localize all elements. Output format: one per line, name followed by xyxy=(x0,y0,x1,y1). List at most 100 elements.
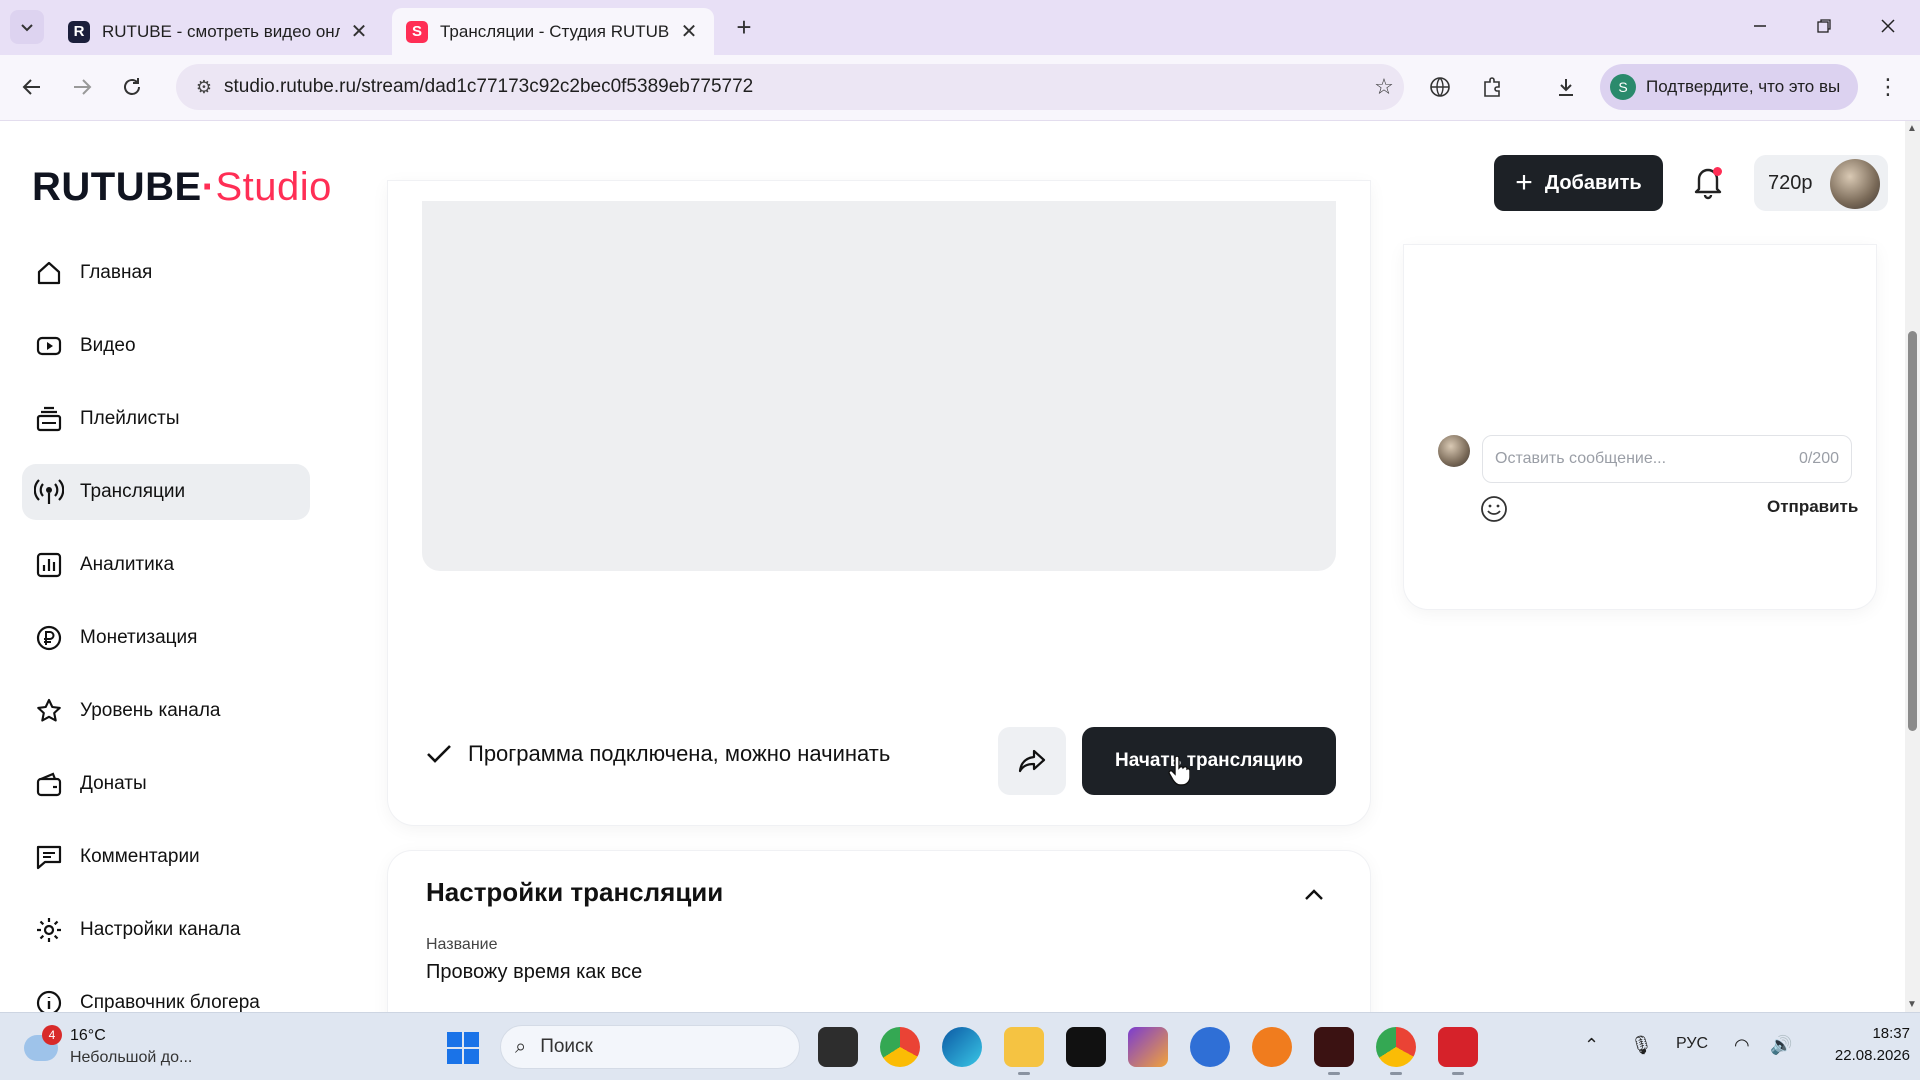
download-icon[interactable] xyxy=(1548,69,1584,105)
fl-studio-icon[interactable] xyxy=(1252,1027,1292,1067)
edge-icon[interactable] xyxy=(942,1027,982,1067)
tray-overflow-icon[interactable]: ⌃ xyxy=(1584,1035,1599,1056)
notifications-button[interactable] xyxy=(1690,161,1726,201)
plus-icon: + xyxy=(1515,166,1533,199)
sidebar-item-donations[interactable]: Донаты xyxy=(22,756,310,812)
restore-button[interactable] xyxy=(1796,8,1852,44)
volume-icon[interactable]: 🔊 xyxy=(1770,1035,1792,1056)
taskbar-search[interactable]: ⌕ Поиск xyxy=(500,1025,800,1069)
site-settings-icon[interactable]: ⚙ xyxy=(184,77,224,98)
weather-temp: 16°C xyxy=(70,1027,106,1044)
tab-rutube[interactable]: R RUTUBE - смотреть видео онл ✕ xyxy=(54,8,384,55)
chevron-down-icon xyxy=(21,24,33,32)
chat-placeholder: Оставить сообщение... xyxy=(1495,450,1667,467)
stream-preview xyxy=(422,201,1336,571)
windows-start-icon[interactable] xyxy=(446,1031,480,1065)
logo-dot: · xyxy=(201,165,216,209)
tab-studio[interactable]: S Трансляции - Студия RUTUBE ✕ xyxy=(392,8,714,55)
notification-dot xyxy=(1713,167,1722,176)
logo-main-text: RUTUBE xyxy=(32,165,202,209)
profile-badge-icon: S xyxy=(1610,74,1636,100)
pdf-app-icon[interactable] xyxy=(1438,1027,1478,1075)
connection-status: Программа подключена, можно начинать xyxy=(424,741,890,767)
weather-desc: Небольшой до... xyxy=(70,1049,193,1066)
sidebar-item-comments[interactable]: Комментарии xyxy=(22,829,310,885)
profile-menu[interactable]: 720p xyxy=(1754,155,1888,211)
tab-search-button[interactable] xyxy=(10,10,44,44)
hand-cursor-icon xyxy=(1168,756,1190,786)
sidebar-item-analytics[interactable]: Аналитика xyxy=(22,537,310,593)
start-broadcast-button[interactable]: Начать трансляцию xyxy=(1082,727,1336,795)
close-window-button[interactable] xyxy=(1860,8,1916,44)
game-app-icon[interactable] xyxy=(1128,1027,1168,1067)
page-scrollbar[interactable]: ▲ ▼ xyxy=(1905,121,1920,1012)
microphone-icon[interactable]: 🎙 xyxy=(1630,1035,1653,1056)
translate-icon[interactable] xyxy=(1422,69,1458,105)
title-field-label: Название xyxy=(426,936,498,953)
analytics-icon xyxy=(34,550,64,580)
back-button[interactable] xyxy=(14,69,50,105)
minimize-icon xyxy=(1754,25,1766,27)
ruble-icon xyxy=(34,623,64,653)
extensions-icon[interactable] xyxy=(1474,69,1510,105)
minimize-button[interactable] xyxy=(1732,8,1788,44)
avatar xyxy=(1830,159,1880,209)
rutube-studio-logo[interactable]: RUTUBE·Studio xyxy=(32,165,332,210)
send-message-button[interactable]: Отправить xyxy=(1767,497,1858,517)
forward-button[interactable] xyxy=(64,69,100,105)
file-explorer-icon[interactable] xyxy=(1004,1027,1044,1075)
bookmark-star-icon[interactable]: ☆ xyxy=(1364,74,1404,100)
share-button[interactable] xyxy=(998,727,1066,795)
sidebar: Главная Видео Плейлисты Трансляции Анали… xyxy=(22,245,310,1012)
sidebar-item-blogger-guide[interactable]: Справочник блогера xyxy=(22,975,310,1012)
sidebar-item-monetization[interactable]: Монетизация xyxy=(22,610,310,666)
weather-widget[interactable]: 4 16°C Небольшой до... xyxy=(22,1025,222,1071)
clock[interactable]: 18:37 22.08.2026 xyxy=(1830,1023,1910,1067)
sidebar-item-label: Монетизация xyxy=(80,627,198,648)
wifi-icon[interactable]: ◠ xyxy=(1734,1035,1750,1056)
add-button[interactable]: + Добавить xyxy=(1494,155,1663,211)
wallet-icon xyxy=(34,769,64,799)
magnifier-app-icon[interactable] xyxy=(1190,1027,1230,1067)
app-star-icon[interactable] xyxy=(1066,1027,1106,1067)
scrollbar-thumb[interactable] xyxy=(1908,331,1917,731)
home-icon xyxy=(34,258,64,288)
weather-badge: 4 xyxy=(42,1025,62,1045)
chat-message-input[interactable]: Оставить сообщение... 0/200 xyxy=(1482,435,1852,483)
sidebar-item-channel-level[interactable]: Уровень канала xyxy=(22,683,310,739)
address-bar[interactable]: ⚙ studio.rutube.ru/stream/dad1c77173c92c… xyxy=(176,64,1404,110)
chrome-active-icon[interactable] xyxy=(1376,1027,1416,1075)
restore-icon xyxy=(1817,19,1831,33)
sidebar-item-broadcasts[interactable]: Трансляции xyxy=(22,464,310,520)
browser-menu-icon[interactable]: ⋮ xyxy=(1870,69,1906,105)
scroll-up-icon[interactable]: ▲ xyxy=(1907,123,1917,134)
gear-icon xyxy=(34,915,64,945)
video-app-icon[interactable] xyxy=(1314,1027,1354,1075)
sidebar-item-label: Комментарии xyxy=(80,846,200,867)
close-icon xyxy=(1881,19,1895,33)
verify-identity-button[interactable]: S Подтвердите, что это вы xyxy=(1600,64,1858,110)
language-indicator[interactable]: РУС xyxy=(1676,1035,1708,1053)
url-text[interactable]: studio.rutube.ru/stream/dad1c77173c92c2b… xyxy=(224,76,1364,98)
sidebar-item-label: Трансляции xyxy=(80,481,186,502)
new-tab-button[interactable]: + xyxy=(728,12,760,44)
title-field-value[interactable]: Провожу время как все xyxy=(426,961,642,984)
sidebar-item-channel-settings[interactable]: Настройки канала xyxy=(22,902,310,958)
arrow-right-icon xyxy=(74,79,92,95)
sidebar-item-home[interactable]: Главная xyxy=(22,245,310,301)
chrome-icon[interactable] xyxy=(880,1027,920,1067)
sidebar-item-playlists[interactable]: Плейлисты xyxy=(22,391,310,447)
connection-status-text: Программа подключена, можно начинать xyxy=(468,741,891,766)
close-tab-icon[interactable]: ✕ xyxy=(678,19,700,44)
scroll-down-icon[interactable]: ▼ xyxy=(1907,999,1917,1010)
taskbar-search-label: Поиск xyxy=(540,1036,593,1057)
emoji-icon[interactable] xyxy=(1480,495,1508,523)
task-view-icon[interactable] xyxy=(818,1027,858,1067)
settings-title: Настройки трансляции xyxy=(426,877,724,907)
chevron-up-icon[interactable] xyxy=(1300,881,1328,909)
sidebar-item-label: Плейлисты xyxy=(80,408,180,429)
sidebar-item-video[interactable]: Видео xyxy=(22,318,310,374)
reload-button[interactable] xyxy=(114,69,150,105)
sidebar-item-label: Аналитика xyxy=(80,554,175,575)
close-tab-icon[interactable]: ✕ xyxy=(348,19,370,44)
